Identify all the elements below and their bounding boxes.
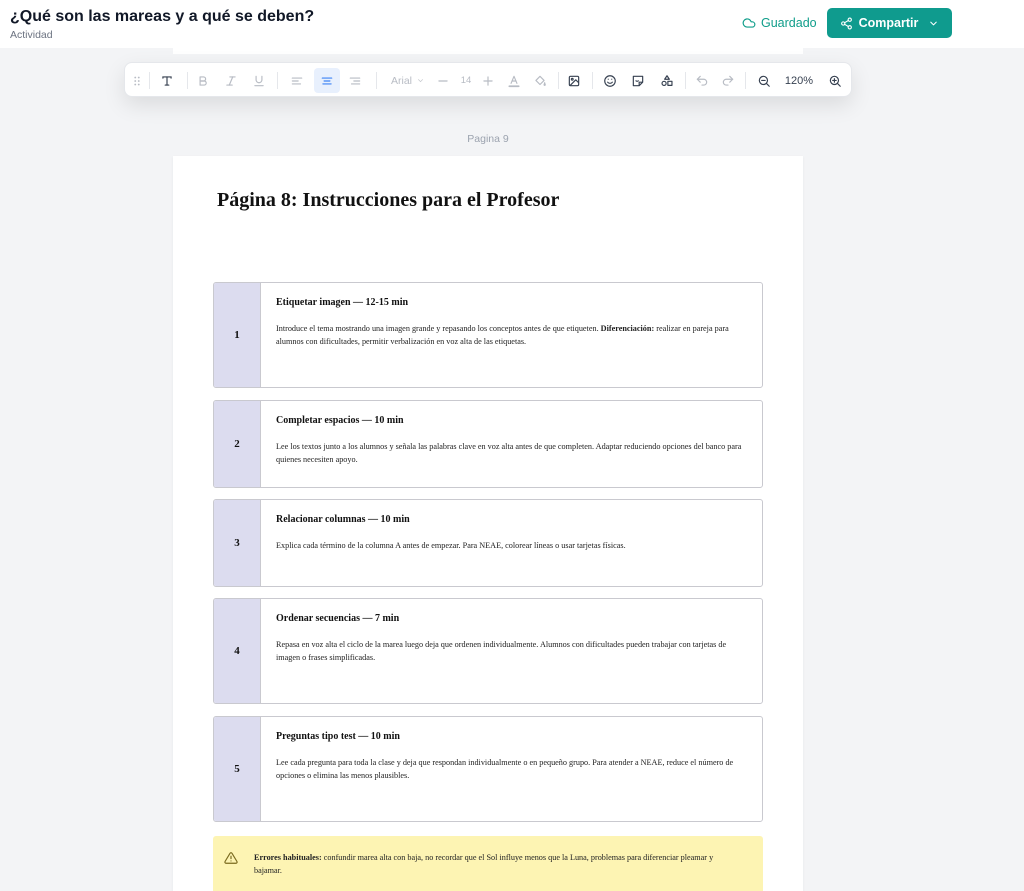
save-status-label: Guardado — [761, 16, 817, 30]
card-text: Lee cada pregunta para toda la clase y d… — [276, 758, 734, 780]
instruction-card[interactable]: 2 Completar espacios — 10 min Lee los te… — [213, 400, 763, 488]
align-center-icon[interactable] — [314, 68, 340, 93]
instruction-card[interactable]: 1 Etiquetar imagen — 12-15 min Introduce… — [213, 282, 763, 388]
chevron-down-icon — [417, 79, 424, 83]
share-icon — [840, 17, 852, 29]
text-color-icon[interactable] — [502, 63, 526, 98]
zoom-in-icon[interactable] — [823, 63, 847, 98]
warning-triangle-icon — [224, 852, 238, 864]
redo-icon[interactable] — [717, 63, 739, 98]
page-number-label: Pagina 9 — [467, 133, 509, 145]
previous-page-edge — [173, 48, 803, 54]
align-left-icon[interactable] — [285, 63, 309, 98]
zoom-level[interactable]: 120% — [780, 63, 818, 98]
editor-toolbar: Arial 14 120% — [124, 62, 852, 97]
share-button-label: Compartir — [858, 16, 919, 30]
italic-icon[interactable] — [219, 63, 243, 98]
instruction-card[interactable]: 4 Ordenar secuencias — 7 min Repasa en v… — [213, 598, 763, 704]
page-title: Página 8: Instrucciones para el Profesor — [217, 189, 560, 211]
decrease-font-size-icon[interactable] — [433, 63, 453, 98]
font-size-input[interactable]: 14 — [455, 63, 477, 98]
undo-icon[interactable] — [691, 63, 713, 98]
card-title: Preguntas tipo test — 10 min — [276, 731, 400, 742]
font-family-value: Arial — [390, 74, 412, 87]
zoom-out-icon[interactable] — [752, 63, 776, 98]
drag-handle-icon[interactable] — [129, 63, 145, 98]
card-number: 1 — [214, 283, 261, 387]
align-right-icon[interactable] — [343, 63, 367, 98]
card-title: Ordenar secuencias — 7 min — [276, 613, 400, 624]
card-text: Lee los textos junto a los alumnos y señ… — [276, 442, 742, 464]
warning-box[interactable]: Errores habituales: confundir marea alta… — [213, 836, 763, 891]
insert-image-icon[interactable] — [562, 63, 586, 98]
bold-icon[interactable] — [191, 63, 215, 98]
fill-color-icon[interactable] — [528, 63, 552, 98]
emoji-icon[interactable] — [598, 63, 622, 98]
card-text: Explica cada término de la columna A ant… — [276, 541, 626, 550]
document-title: ¿Qué son las mareas y a qué se deben? — [10, 8, 315, 25]
increase-font-size-icon[interactable] — [478, 63, 498, 98]
card-number: 5 — [214, 717, 261, 821]
app-header: ¿Qué son las mareas y a qué se deben? Ac… — [0, 0, 1024, 48]
card-text: Repasa en voz alta el ciclo de la marea … — [276, 640, 727, 662]
document-type: Actividad — [10, 29, 53, 41]
underline-icon[interactable] — [247, 63, 271, 98]
card-title: Relacionar columnas — 10 min — [276, 514, 410, 525]
document-page[interactable]: Página 8: Instrucciones para el Profesor… — [173, 156, 803, 891]
card-number: 4 — [214, 599, 261, 703]
card-title: Completar espacios — 10 min — [276, 415, 404, 426]
card-text: Introduce el tema mostrando una imagen g… — [276, 324, 729, 346]
instruction-card[interactable]: 3 Relacionar columnas — 10 min Explica c… — [213, 499, 763, 587]
card-number: 2 — [214, 401, 261, 487]
font-size-value: 14 — [460, 75, 472, 86]
cloud-icon — [742, 18, 756, 28]
card-number: 3 — [214, 500, 261, 586]
text-style-icon[interactable] — [155, 63, 179, 98]
save-status: Guardado — [742, 16, 817, 30]
instruction-card[interactable]: 5 Preguntas tipo test — 10 min Lee cada … — [213, 716, 763, 822]
sticker-icon[interactable] — [626, 63, 650, 98]
share-button[interactable]: Compartir — [827, 8, 952, 38]
zoom-level-value: 120% — [784, 74, 814, 87]
chevron-down-icon — [930, 21, 938, 25]
warning-text: Errores habituales: confundir marea alta… — [254, 853, 714, 875]
card-title: Etiquetar imagen — 12-15 min — [276, 297, 409, 308]
font-family-select[interactable]: Arial — [383, 63, 433, 98]
shapes-icon[interactable] — [655, 63, 679, 98]
